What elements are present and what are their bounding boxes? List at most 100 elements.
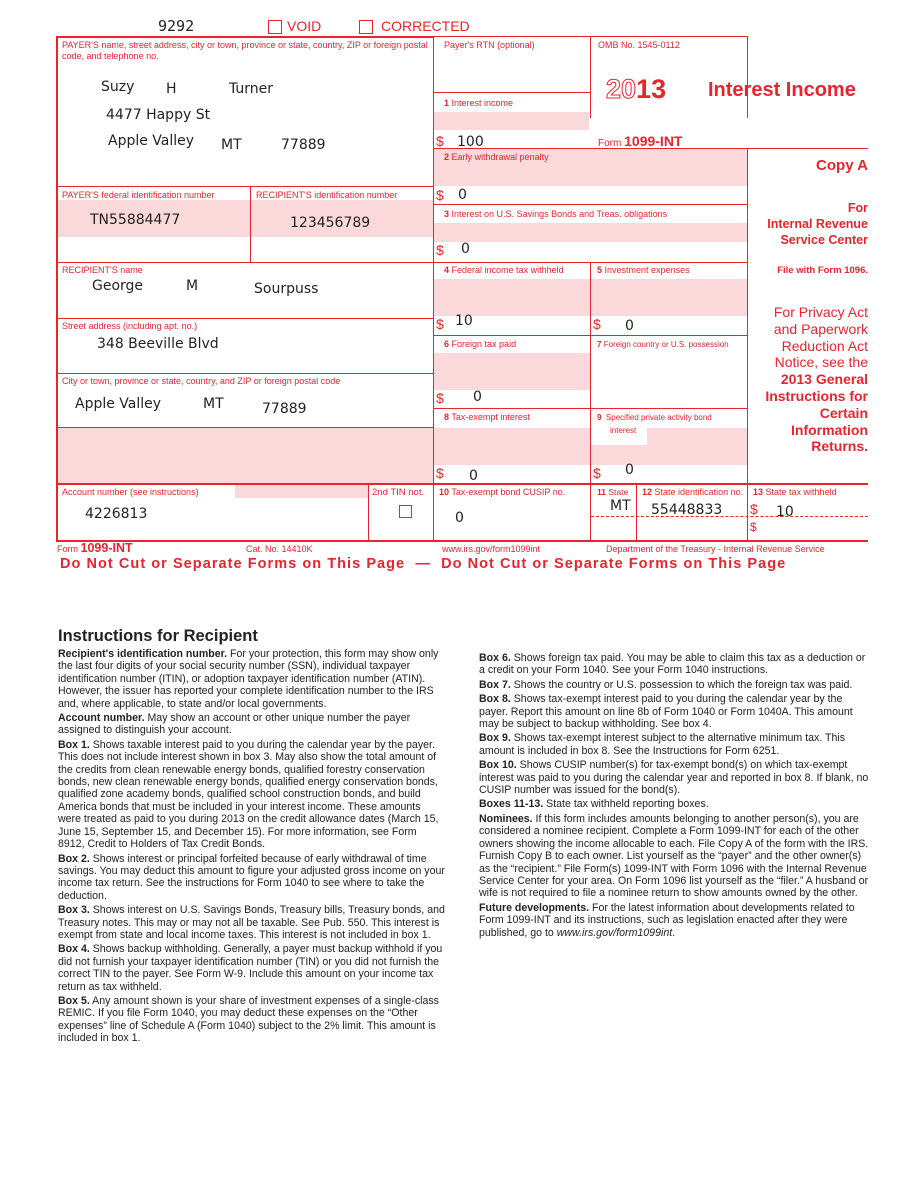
recipient-street[interactable]: 348 Beeville Blvd	[97, 336, 219, 352]
recipient-id[interactable]: 123456789	[290, 215, 370, 231]
instruction-paragraph: Account number. May show an account or o…	[58, 712, 446, 737]
instruction-body: Shows backup withholding. Generally, a p…	[58, 943, 443, 993]
rule	[747, 483, 748, 540]
copy-label: Copy A	[816, 157, 868, 174]
box10-value[interactable]: 0	[455, 510, 464, 526]
box3-value[interactable]: 0	[461, 241, 470, 257]
privacy-line: Instructions for	[765, 387, 868, 404]
instruction-paragraph: Box 2. Shows interest or principal forfe…	[58, 853, 446, 903]
instruction-title: Box 5.	[58, 994, 90, 1007]
instruction-paragraph: Box 1. Shows taxable interest paid to yo…	[58, 739, 446, 851]
instruction-paragraph: Box 3. Shows interest on U.S. Savings Bo…	[58, 904, 446, 941]
box9-dollar: $	[593, 465, 601, 481]
instruction-body: State tax withheld reporting boxes.	[543, 798, 709, 811]
box5-value[interactable]: 0	[625, 318, 634, 334]
rule	[56, 186, 433, 187]
box8-dollar: $	[436, 465, 444, 481]
shade	[434, 353, 590, 390]
box4-label: 4 Federal income tax withheld	[444, 265, 564, 275]
privacy-line: and Paperwork	[773, 320, 868, 337]
box11-value[interactable]: MT	[610, 498, 631, 514]
box3-dollar: $	[436, 242, 444, 258]
instruction-body: Shows CUSIP number(s) for tax-exempt bon…	[479, 759, 869, 797]
instruction-link[interactable]: www.irs.gov/form1099int	[557, 927, 672, 939]
payer-last-name: Turner	[229, 81, 274, 97]
box7-label: 7 Foreign country or U.S. possession	[597, 340, 729, 349]
do-not-cut-text: Do Not Cut or Separate Forms on This Pag…	[441, 556, 787, 572]
payer-fed-id-label: PAYER'S federal identification number	[62, 190, 215, 200]
box2-label: 2 Early withdrawal penalty	[444, 152, 549, 162]
privacy-line: 2013 General	[780, 371, 868, 388]
do-not-cut-banner: Do Not Cut or Separate Forms on This Pag…	[60, 556, 786, 572]
box1-dollar: $	[436, 133, 444, 149]
privacy-notice: For Privacy Act and Paperwork Reduction …	[765, 304, 868, 455]
treasury-dept: Department of the Treasury - Internal Re…	[606, 544, 825, 554]
payer-fed-id[interactable]: TN55884477	[90, 212, 180, 228]
copy-for-line: For	[847, 201, 868, 215]
second-tin-checkbox[interactable]	[399, 505, 412, 518]
recipient-city[interactable]: Apple Valley	[75, 396, 161, 412]
recipient-last-name[interactable]: Sourpuss	[254, 281, 318, 297]
recipient-zip[interactable]: 77889	[262, 401, 307, 417]
box8-value[interactable]: 0	[469, 468, 478, 484]
void-checkbox[interactable]	[268, 20, 282, 34]
box2-value[interactable]: 0	[458, 187, 467, 203]
do-not-cut-dash: —	[415, 556, 431, 572]
box13-value[interactable]: 10	[776, 504, 794, 520]
rule	[56, 36, 433, 38]
instruction-body: Shows tax-exempt interest subject to the…	[479, 732, 846, 757]
footer-form-name: 1099-INT	[80, 541, 133, 555]
copy-for-line: Internal Revenue	[767, 217, 868, 231]
rule	[433, 335, 747, 336]
instruction-paragraph: Box 5. Any amount shown is your share of…	[58, 995, 446, 1045]
rule	[56, 318, 433, 319]
instruction-title: Box 1.	[58, 738, 90, 751]
instruction-paragraph: Box 10. Shows CUSIP number(s) for tax-ex…	[479, 759, 871, 796]
rule	[56, 540, 868, 542]
box4-value[interactable]: 10	[455, 313, 473, 329]
box9-value[interactable]: 0	[625, 462, 634, 478]
box6-value[interactable]: 0	[473, 389, 482, 405]
shade	[235, 484, 368, 498]
payer-state: MT	[221, 137, 242, 153]
instruction-paragraph: Box 6. Shows foreign tax paid. You may b…	[479, 652, 871, 677]
privacy-line: Notice, see the	[774, 354, 868, 371]
box9-label-cont: interest	[610, 426, 637, 435]
instruction-title: Box 2.	[58, 852, 90, 865]
recipient-state[interactable]: MT	[203, 396, 224, 412]
recipient-street-label: Street address (including apt. no.)	[62, 321, 198, 331]
footer-form-id: Form 1099-INT	[57, 541, 133, 555]
box6-dollar: $	[436, 390, 444, 406]
recipient-middle-initial[interactable]: M	[186, 278, 198, 294]
box3-label: 3 Interest on U.S. Savings Bonds and Tre…	[444, 209, 668, 219]
box1-label: 1 Interest income	[444, 98, 514, 108]
void-label: VOID	[287, 18, 322, 34]
account-number[interactable]: 4226813	[85, 506, 147, 522]
instruction-title: Box 6.	[479, 652, 511, 664]
instruction-body: Shows the country or U.S. possession to …	[510, 678, 853, 691]
box1-value[interactable]: 100	[457, 134, 484, 150]
recipient-first-name[interactable]: George	[92, 278, 143, 294]
rule	[747, 148, 748, 483]
tax-year: 2013	[605, 74, 667, 105]
box2-dollar: $	[436, 187, 444, 203]
instruction-body: Shows interest or principal forfeited be…	[58, 852, 445, 902]
instruction-title: Recipient's identification number.	[58, 648, 228, 660]
instruction-title: Box 10.	[479, 759, 517, 772]
box12-value[interactable]: 55448833	[651, 502, 722, 518]
instructions-heading: Instructions for Recipient	[58, 627, 258, 645]
rule	[590, 262, 591, 540]
shade	[434, 223, 747, 242]
instruction-paragraph: Nominees. If this form includes amounts …	[479, 813, 871, 900]
tax-year-bold: 13	[636, 74, 667, 104]
instruction-paragraph: Box 9. Shows tax-exempt interest subject…	[479, 732, 871, 757]
instruction-title: Nominees.	[479, 812, 533, 825]
recipient-id-label: RECIPIENT'S identification number	[256, 190, 398, 200]
corrected-checkbox[interactable]	[359, 20, 373, 34]
box4-dollar: $	[436, 316, 444, 332]
instruction-body: Any amount shown is your share of invest…	[58, 994, 439, 1045]
rule	[368, 483, 369, 540]
form-prefix: Form	[598, 138, 622, 149]
rule	[747, 36, 748, 118]
recipient-name-label: RECIPIENT'S name	[62, 265, 143, 275]
